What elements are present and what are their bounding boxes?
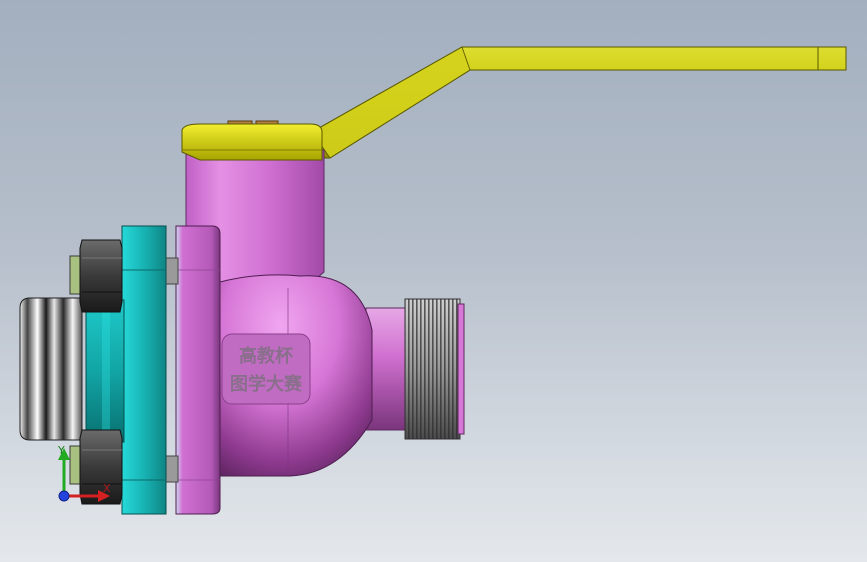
bolt-nut-bottom [69, 429, 123, 505]
z-axis-dot [58, 490, 70, 502]
graphics-viewport[interactable]: 高教杯 图学大赛 Y X [0, 0, 867, 562]
outlet-pipe [365, 298, 465, 440]
handle-cap[interactable] [181, 120, 323, 161]
x-axis-label: X [103, 482, 111, 495]
y-axis-label: Y [57, 444, 65, 457]
inlet-pipe [19, 297, 83, 441]
emboss-text-line2: 图学大赛 [230, 373, 303, 395]
valve-model[interactable]: 高教杯 图学大赛 Y X [0, 0, 867, 562]
valve-flange [175, 225, 221, 515]
handle-lever[interactable] [311, 46, 847, 159]
emboss-text-line1: 高教杯 [239, 345, 294, 367]
valve-body: 高教杯 图学大赛 [219, 274, 373, 477]
